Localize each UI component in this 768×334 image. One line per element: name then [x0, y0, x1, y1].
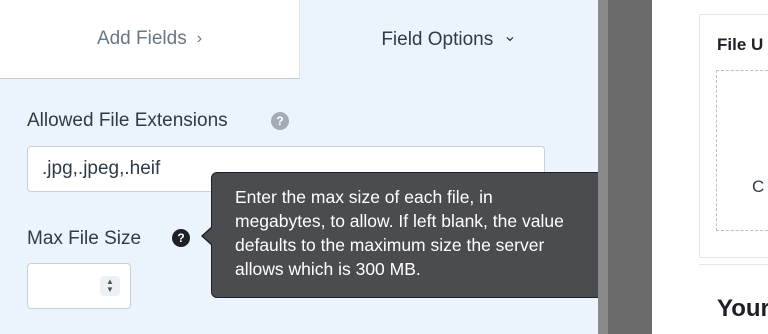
max-file-size-label: Max File Size — [27, 228, 142, 249]
stepper-down-icon[interactable]: ▼ — [106, 286, 114, 294]
help-icon[interactable]: ? — [271, 112, 289, 130]
max-file-size-help-icon[interactable]: ? — [172, 229, 190, 247]
tooltip-line: allows which is 300 MB. — [235, 259, 421, 279]
preview-dropzone-text: C — [752, 177, 765, 196]
tooltip-line: Enter the max size of each file, in — [235, 187, 493, 207]
allowed-extensions-label: Allowed File Extensions — [27, 110, 228, 131]
panel-scrollbar[interactable] — [598, 0, 608, 334]
preview-dropzone[interactable] — [716, 70, 768, 231]
tooltip-line: defaults to the maximum size the server — [235, 235, 545, 255]
chevron-right-icon: › — [196, 30, 203, 47]
chevron-down-icon: ⌄ — [503, 27, 517, 45]
tab-add-fields[interactable]: Add Fields › — [0, 0, 300, 79]
number-stepper[interactable]: ▲ ▼ — [100, 276, 120, 296]
preview-field-title: File U — [717, 35, 764, 54]
tab-field-options[interactable]: Field Options ⌄ — [300, 0, 598, 79]
panel-tabs: Add Fields › Field Options ⌄ — [0, 0, 598, 79]
preview-divider — [699, 264, 768, 265]
tooltip-line: megabytes, to allow. If left blank, the … — [235, 211, 564, 231]
tab-add-fields-label: Add Fields — [96, 28, 187, 49]
preview-heading: Your — [717, 295, 768, 322]
tooltip-arrow-fill — [203, 227, 213, 245]
tab-field-options-label: Field Options — [381, 28, 494, 50]
max-file-size-input[interactable]: ▲ ▼ — [27, 263, 131, 309]
help-tooltip: Enter the max size of each file, in mega… — [211, 172, 651, 298]
